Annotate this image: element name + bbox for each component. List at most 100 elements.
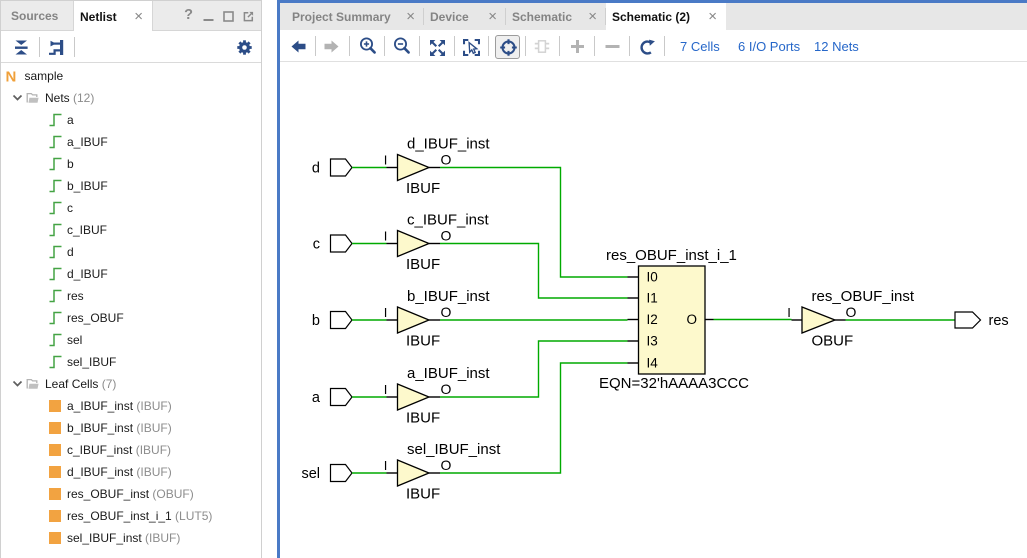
tab-device-label: Device bbox=[430, 10, 469, 24]
tree-item-net-res_OBUF[interactable]: res_OBUF bbox=[1, 307, 261, 329]
help-icon[interactable]: ? bbox=[183, 9, 194, 20]
tab-schematic[interactable]: Schematic× bbox=[506, 3, 606, 30]
input-port-a[interactable] bbox=[331, 389, 353, 406]
add-icon[interactable] bbox=[570, 39, 585, 54]
tree-item-cell-sel_IBUF_inst[interactable]: sel_IBUF_inst (IBUF) bbox=[1, 527, 261, 549]
obuf-res[interactable]: IOres_OBUF_instOBUF bbox=[787, 288, 915, 350]
net-icon bbox=[49, 113, 62, 127]
tab-device[interactable]: Device × bbox=[424, 3, 506, 30]
tree-item-net-c_IBUF[interactable]: c_IBUF bbox=[1, 219, 261, 241]
close-icon[interactable]: × bbox=[406, 9, 415, 24]
close-icon[interactable]: × bbox=[708, 9, 717, 24]
obuf-symbol[interactable] bbox=[802, 307, 835, 333]
net-icon bbox=[49, 201, 62, 215]
tree-item-label: c bbox=[67, 201, 73, 215]
zoom-selection-icon[interactable] bbox=[463, 39, 480, 56]
schematic-panel: Project Summary×Device×Schematic×Schemat… bbox=[277, 0, 1027, 558]
ibuf-symbol-a[interactable] bbox=[398, 384, 430, 410]
schematic-toolbar: 7 Cells 6 I/O Ports 12 Nets bbox=[280, 30, 1027, 62]
minimize-icon[interactable] bbox=[203, 11, 214, 22]
tree-item-cell-a_IBUF_inst[interactable]: a_IBUF_inst (IBUF) bbox=[1, 395, 261, 417]
remove-icon[interactable] bbox=[605, 44, 620, 49]
tree-item-net-sel_IBUF[interactable]: sel_IBUF bbox=[1, 351, 261, 373]
forward-icon[interactable] bbox=[324, 40, 339, 53]
lut5-pin-I1: I1 bbox=[647, 291, 658, 306]
ibuf-symbol-d[interactable] bbox=[398, 155, 430, 181]
tree-item-label: c_IBUF bbox=[67, 223, 107, 237]
instance-label: c_IBUF_inst bbox=[407, 212, 490, 229]
zoom-in-icon[interactable] bbox=[359, 37, 377, 55]
tree-item-net-res[interactable]: res bbox=[1, 285, 261, 307]
ibuf-symbol-c[interactable] bbox=[398, 231, 430, 257]
toolbar-separator bbox=[594, 36, 595, 56]
tree-item-net-c[interactable]: c bbox=[1, 197, 261, 219]
tree-item-leaf-cells[interactable]: Leaf Cells (7) bbox=[1, 373, 261, 395]
schematic-canvas[interactable]: dIOd_IBUF_instIBUFcIOc_IBUF_instIBUFbIOb… bbox=[280, 62, 1027, 557]
maximize-icon[interactable] bbox=[223, 11, 234, 22]
tree-item-net-a_IBUF[interactable]: a_IBUF bbox=[1, 131, 261, 153]
toolbar-separator bbox=[488, 36, 489, 56]
tree-item-cell-b_IBUF_inst[interactable]: b_IBUF_inst (IBUF) bbox=[1, 417, 261, 439]
tree-item-net-b_IBUF[interactable]: b_IBUF bbox=[1, 175, 261, 197]
cells-count-link[interactable]: 7 Cells bbox=[680, 39, 720, 54]
input-port-b[interactable] bbox=[331, 312, 353, 329]
close-icon[interactable]: × bbox=[588, 9, 597, 24]
tab-schematic-2[interactable]: Schematic (2) × bbox=[606, 3, 726, 30]
tree-item-net-d[interactable]: d bbox=[1, 241, 261, 263]
close-icon[interactable]: × bbox=[488, 9, 497, 24]
float-icon[interactable] bbox=[243, 11, 254, 22]
lut5-pin-o: O bbox=[687, 312, 698, 327]
back-icon[interactable] bbox=[291, 40, 306, 53]
zoom-fit-icon[interactable] bbox=[430, 40, 445, 56]
collapse-all-icon[interactable] bbox=[14, 40, 29, 55]
tree-item-cell-c_IBUF_inst[interactable]: c_IBUF_inst (IBUF) bbox=[1, 439, 261, 461]
settings-gear-icon[interactable] bbox=[237, 40, 252, 55]
expand-cone-icon[interactable] bbox=[534, 40, 550, 53]
ibuf-sel[interactable]: selIOsel_IBUF_instIBUF bbox=[301, 363, 627, 503]
nets-count-link[interactable]: 12 Nets bbox=[814, 39, 859, 54]
port-label-d: d bbox=[312, 161, 320, 177]
tree-item-label: res_OBUF_inst_i_1 (LUT5) bbox=[67, 509, 212, 523]
tree-item-cell-res_OBUF_inst[interactable]: res_OBUF_inst (OBUF) bbox=[1, 483, 261, 505]
tree-item-net-d_IBUF[interactable]: d_IBUF bbox=[1, 263, 261, 285]
tab-project-summary[interactable]: Project Summary× bbox=[280, 3, 424, 30]
input-port-sel[interactable] bbox=[331, 465, 353, 482]
input-port-c[interactable] bbox=[331, 235, 353, 252]
net-icon bbox=[49, 289, 62, 303]
zoom-out-icon[interactable] bbox=[393, 37, 411, 55]
tree-item-nets[interactable]: Nets (12) bbox=[1, 87, 261, 109]
tab-schematic-2-label: Schematic (2) bbox=[612, 10, 690, 24]
tree-item-label: res_OBUF_inst (OBUF) bbox=[67, 487, 194, 501]
expand-chevron-icon[interactable] bbox=[12, 92, 42, 104]
expand-chevron-icon[interactable] bbox=[12, 378, 42, 390]
ibuf-b[interactable]: bIOb_IBUF_instIBUF bbox=[312, 288, 628, 350]
pin-label-i: I bbox=[787, 305, 791, 320]
module-icon: N bbox=[5, 69, 19, 83]
ibuf-symbol-b[interactable] bbox=[398, 307, 430, 333]
tree-item-count: (OBUF) bbox=[152, 487, 193, 501]
ibuf-a[interactable]: aIOa_IBUF_instIBUF bbox=[312, 341, 628, 427]
pin-label-o: O bbox=[441, 304, 452, 320]
port-label-c: c bbox=[313, 237, 320, 253]
tree-item-count: (IBUF) bbox=[136, 399, 171, 413]
tree-item-cell-res_OBUF_inst_i_1[interactable]: res_OBUF_inst_i_1 (LUT5) bbox=[1, 505, 261, 527]
tree-item-label: Leaf Cells (7) bbox=[45, 377, 116, 391]
panel-window-icons: ? bbox=[1, 1, 263, 31]
tree-item-net-b[interactable]: b bbox=[1, 153, 261, 175]
tree-item-sample[interactable]: Nsample bbox=[1, 65, 261, 87]
scroll-to-selected-icon[interactable] bbox=[48, 40, 65, 55]
ibuf-c[interactable]: cIOc_IBUF_instIBUF bbox=[313, 212, 628, 299]
autofit-selection-toggle[interactable] bbox=[495, 35, 520, 59]
output-port-res[interactable] bbox=[955, 312, 981, 328]
io-ports-count-link[interactable]: 6 I/O Ports bbox=[738, 39, 800, 54]
input-port-d[interactable] bbox=[331, 159, 353, 176]
cell-icon bbox=[49, 444, 61, 456]
regenerate-icon[interactable] bbox=[639, 39, 656, 56]
toolbar-separator bbox=[664, 36, 665, 56]
ibuf-d[interactable]: dIOd_IBUF_instIBUF bbox=[312, 136, 628, 278]
ibuf-symbol-sel[interactable] bbox=[398, 460, 430, 486]
net-icon bbox=[49, 245, 62, 259]
tree-item-net-sel[interactable]: sel bbox=[1, 329, 261, 351]
tree-item-net-a[interactable]: a bbox=[1, 109, 261, 131]
tree-item-cell-d_IBUF_inst[interactable]: d_IBUF_inst (IBUF) bbox=[1, 461, 261, 483]
